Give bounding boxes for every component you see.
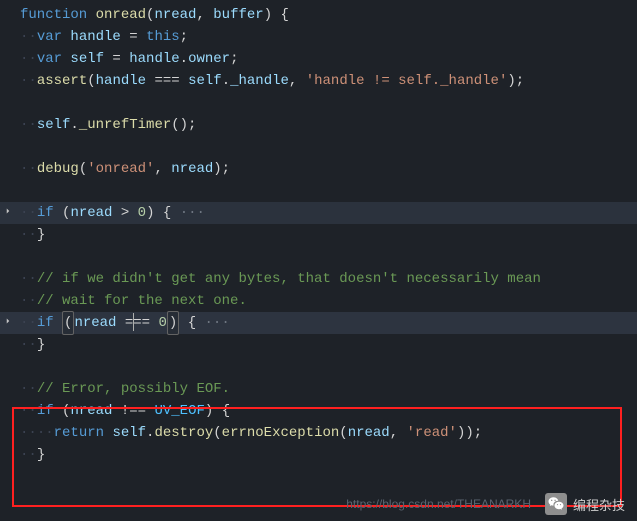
blank-line[interactable]: [0, 180, 637, 202]
watermark: https://blog.csdn.net/THEANARKH 编程杂技: [346, 493, 625, 515]
watermark-url: https://blog.csdn.net/THEANARKH: [346, 497, 531, 511]
blank-line[interactable]: [0, 136, 637, 158]
code-line[interactable]: ··debug('onread', nread);: [0, 158, 637, 180]
fold-chevron[interactable]: [2, 205, 14, 221]
code-line-comment[interactable]: ··// wait for the next one.: [0, 290, 637, 312]
blank-line[interactable]: [0, 246, 637, 268]
code-line[interactable]: ··}: [0, 444, 637, 466]
code-line[interactable]: ····return self.destroy(errnoException(n…: [0, 422, 637, 444]
function-name: onread: [96, 7, 146, 23]
code-line[interactable]: ··assert(handle === self._handle, 'handl…: [0, 70, 637, 92]
code-line[interactable]: ··var self = handle.owner;: [0, 48, 637, 70]
code-line[interactable]: function onread(nread, buffer) {: [0, 4, 637, 26]
code-line-active[interactable]: ··if (nread === 0) { ···: [0, 312, 637, 334]
wechat-icon: [545, 493, 567, 515]
fold-ellipsis[interactable]: ···: [196, 315, 230, 331]
fold-ellipsis[interactable]: ···: [171, 205, 205, 221]
code-editor[interactable]: function onread(nread, buffer) { ··var h…: [0, 0, 637, 466]
code-line[interactable]: ··self._unrefTimer();: [0, 114, 637, 136]
code-line-comment[interactable]: ··// if we didn't get any bytes, that do…: [0, 268, 637, 290]
blank-line[interactable]: [0, 92, 637, 114]
keyword-function: function: [20, 7, 96, 23]
code-line-folded[interactable]: ··if (nread > 0) { ···: [0, 202, 637, 224]
code-line[interactable]: ··}: [0, 334, 637, 356]
fold-chevron[interactable]: [2, 315, 14, 331]
blank-line[interactable]: [0, 356, 637, 378]
code-line[interactable]: ··}: [0, 224, 637, 246]
watermark-label: 编程杂技: [573, 495, 625, 514]
code-line-comment[interactable]: ··// Error, possibly EOF.: [0, 378, 637, 400]
code-line[interactable]: ··if (nread !== UV_EOF) {: [0, 400, 637, 422]
code-line[interactable]: ··var handle = this;: [0, 26, 637, 48]
